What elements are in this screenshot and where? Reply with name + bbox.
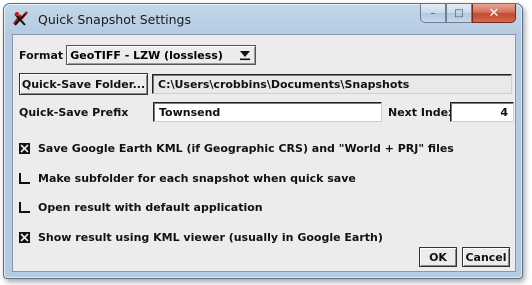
quick-save-folder-button[interactable]: Quick-Save Folder... xyxy=(19,73,148,95)
format-selected-value: GeoTIFF - LZW (lossless) xyxy=(70,48,223,62)
app-logo-icon xyxy=(12,10,30,28)
quick-save-folder-row: Quick-Save Folder... C:\Users\crobbins\D… xyxy=(19,73,512,95)
quick-save-folder-field[interactable]: C:\Users\crobbins\Documents\Snapshots xyxy=(152,74,512,94)
option-open-default-app-label: Open result with default application xyxy=(38,201,263,214)
ok-button[interactable]: OK xyxy=(419,247,457,267)
format-label: Format xyxy=(19,48,64,62)
maximize-button[interactable]: □ xyxy=(446,4,472,23)
option-show-kml-viewer[interactable]: Show result using KML viewer (usually in… xyxy=(19,231,383,244)
next-index-label: Next Index xyxy=(388,105,456,119)
close-button[interactable]: ✕ xyxy=(472,4,516,23)
checkbox-checked-icon[interactable] xyxy=(19,232,30,243)
chevron-down-icon[interactable] xyxy=(235,46,255,64)
format-dropdown[interactable]: GeoTIFF - LZW (lossless) xyxy=(66,45,257,65)
maximize-icon: □ xyxy=(454,7,464,19)
minimize-button[interactable]: – xyxy=(420,4,446,23)
option-show-kml-viewer-label: Show result using KML viewer (usually in… xyxy=(38,231,383,244)
format-row: Format GeoTIFF - LZW (lossless) xyxy=(19,45,257,65)
quick-save-prefix-label: Quick-Save Prefix xyxy=(19,105,129,119)
dialog-window: Quick Snapshot Settings – □ ✕ Format Geo… xyxy=(3,3,523,279)
caption-buttons: – □ ✕ xyxy=(420,4,516,24)
title-bar[interactable]: Quick Snapshot Settings – □ ✕ xyxy=(4,4,522,34)
close-icon: ✕ xyxy=(488,5,500,21)
quick-save-prefix-input[interactable]: Townsend xyxy=(153,102,382,122)
next-index-input[interactable]: 4 xyxy=(450,102,514,122)
option-make-subfolder-label: Make subfolder for each snapshot when qu… xyxy=(38,172,356,185)
option-make-subfolder[interactable]: Make subfolder for each snapshot when qu… xyxy=(19,172,356,185)
option-save-kml-label: Save Google Earth KML (if Geographic CRS… xyxy=(38,142,454,155)
option-open-default-app[interactable]: Open result with default application xyxy=(19,201,263,214)
checkbox-unchecked-icon[interactable] xyxy=(19,173,30,184)
cancel-button[interactable]: Cancel xyxy=(462,247,510,267)
dialog-content: Format GeoTIFF - LZW (lossless) Quick-Sa… xyxy=(12,34,516,272)
minimize-icon: – xyxy=(430,7,436,19)
window-title: Quick Snapshot Settings xyxy=(38,12,191,27)
option-save-kml[interactable]: Save Google Earth KML (if Geographic CRS… xyxy=(19,142,454,155)
checkbox-unchecked-icon[interactable] xyxy=(19,202,30,213)
quick-save-prefix-row: Quick-Save Prefix Townsend Next Index 4 xyxy=(19,102,514,122)
checkbox-checked-icon[interactable] xyxy=(19,143,30,154)
